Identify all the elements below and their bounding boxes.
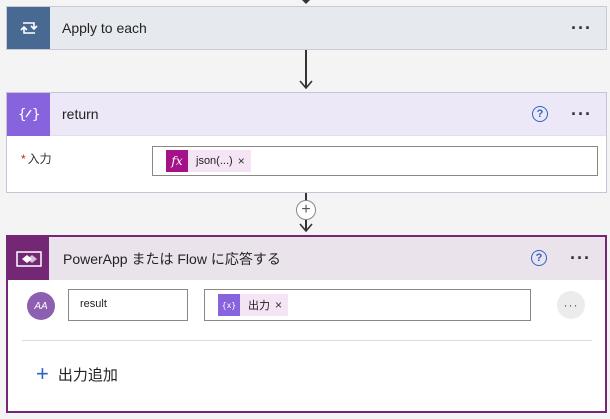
input-field-label: * 入力: [21, 150, 52, 167]
connector-arrow-icon: [299, 80, 313, 90]
add-output-label: 出力追加: [57, 366, 118, 384]
input-field[interactable]: fx json(...) ×: [152, 146, 598, 176]
variable-token-label: 出力: [248, 300, 270, 312]
output-row-more-button[interactable]: ···: [557, 291, 585, 319]
required-marker: *: [21, 152, 26, 166]
apply-to-each-card[interactable]: Apply to each ···: [6, 6, 607, 50]
respond-action-more-menu[interactable]: ···: [570, 249, 591, 267]
expression-token-label: json(...): [196, 155, 233, 167]
return-action-title: return: [62, 106, 99, 122]
powerapps-icon: [8, 237, 49, 280]
remove-token-icon[interactable]: ×: [238, 154, 245, 168]
text-output-type-icon: AA: [27, 292, 55, 320]
add-output-button[interactable]: + 出力追加: [36, 363, 118, 385]
divider: [22, 340, 592, 341]
help-icon[interactable]: ?: [532, 106, 548, 122]
input-label-text: 入力: [27, 152, 52, 166]
output-name-input[interactable]: result: [68, 289, 188, 321]
help-icon[interactable]: ?: [531, 250, 547, 266]
variable-token[interactable]: {x} 出力 ×: [218, 294, 289, 316]
return-action-header[interactable]: { } return ? ···: [7, 92, 606, 136]
insert-step-button[interactable]: +: [296, 200, 316, 220]
incoming-connector-arrow: [300, 0, 312, 4]
expression-token[interactable]: fx json(...) ×: [166, 150, 251, 172]
svg-text:}: }: [32, 107, 40, 123]
respond-action-header[interactable]: PowerApp または Flow に応答する ? ···: [8, 237, 605, 280]
apply-to-each-title: Apply to each: [62, 20, 147, 36]
remove-token-icon[interactable]: ×: [275, 298, 282, 312]
respond-to-powerapp-card[interactable]: PowerApp または Flow に応答する ? ··· AA result …: [6, 235, 607, 413]
return-action-more-menu[interactable]: ···: [571, 105, 592, 123]
svg-text:{: {: [18, 107, 26, 123]
compose-icon: { }: [7, 92, 50, 136]
output-value-input[interactable]: {x} 出力 ×: [204, 289, 531, 321]
return-action-card[interactable]: { } return ? ··· * 入力 fx json(...) ×: [6, 92, 607, 193]
loop-icon: [7, 7, 50, 49]
variable-icon: {x}: [218, 294, 240, 316]
respond-action-title: PowerApp または Flow に応答する: [63, 250, 281, 267]
plus-icon: +: [36, 361, 49, 386]
connector-arrow-icon: [299, 223, 313, 233]
function-icon: fx: [166, 150, 188, 172]
apply-to-each-more-menu[interactable]: ···: [571, 19, 592, 37]
